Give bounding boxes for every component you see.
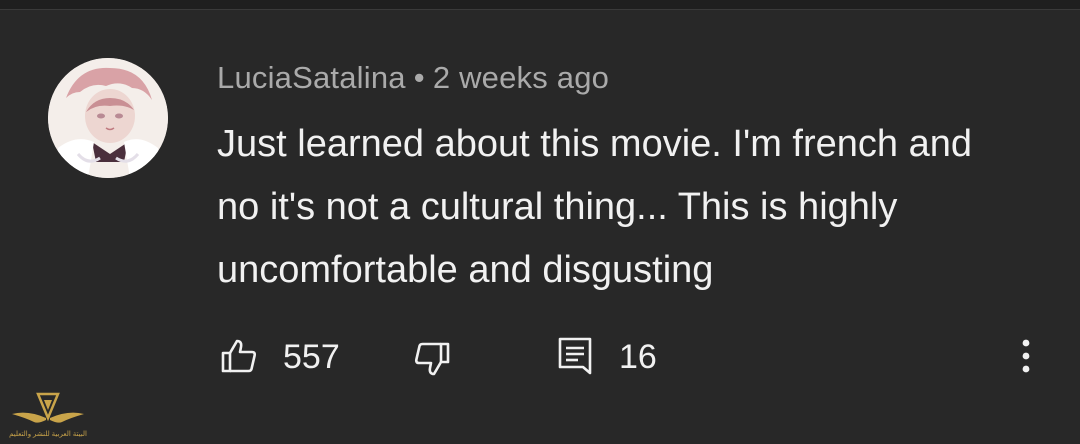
- reply-count: 16: [619, 338, 657, 376]
- avatar-image: [48, 58, 168, 178]
- top-divider: [0, 0, 1080, 10]
- comment-actions: 557 16: [0, 330, 1080, 386]
- comment-meta: LuciaSatalina • 2 weeks ago: [217, 60, 609, 96]
- more-vertical-icon: [1022, 339, 1030, 373]
- thumbs-up-icon: [221, 339, 257, 373]
- avatar[interactable]: [48, 58, 168, 178]
- comment-text: Just learned about this movie. I'm frenc…: [217, 123, 972, 291]
- thumbs-down-icon: [414, 342, 450, 376]
- like-count: 557: [283, 338, 340, 376]
- meta-separator: •: [413, 60, 425, 95]
- like-button[interactable]: [219, 336, 259, 376]
- watermark-text: البيتة العربية للنشر والتعليم: [9, 431, 87, 438]
- dislike-button[interactable]: [412, 339, 452, 379]
- more-options-button[interactable]: [1006, 336, 1046, 376]
- author-name[interactable]: LuciaSatalina: [217, 60, 406, 95]
- wings-logo-icon: [12, 392, 84, 423]
- reply-button[interactable]: [556, 336, 596, 376]
- comment-item: LuciaSatalina • 2 weeks ago Just learned a…: [0, 10, 1080, 438]
- timestamp: 2 weeks ago: [432, 60, 610, 95]
- comment-icon: [558, 337, 592, 375]
